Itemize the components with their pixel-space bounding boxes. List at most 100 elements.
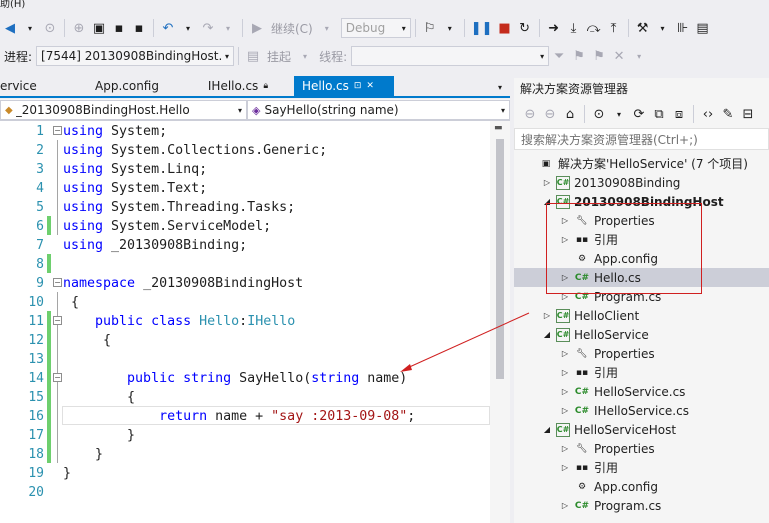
solution-configuration-select[interactable]: Debug ▾ — [340, 18, 411, 38]
filter-icon[interactable]: ⏷ — [551, 45, 567, 67]
code-line[interactable]: } — [63, 445, 103, 464]
tree-item[interactable]: ▷ 🔧︎ Properties — [514, 439, 769, 458]
tree-item[interactable]: ⚙ App.config — [514, 477, 769, 496]
scrollbar-thumb[interactable] — [496, 139, 504, 379]
code-line[interactable]: return name + "say :2013-09-08"; — [63, 407, 415, 426]
code-line[interactable]: using System.ServiceModel; — [63, 217, 271, 236]
process-select[interactable]: [7544] 20130908BindingHost.vs ▾ — [36, 46, 235, 66]
code-line[interactable]: public string SayHello(string name) — [63, 369, 407, 388]
tree-item[interactable]: ▷ C# HelloService.cs — [514, 382, 769, 401]
tab-app-config[interactable]: App.config — [72, 76, 182, 96]
toolbar-options-icon[interactable]: ▾ — [442, 17, 458, 39]
code-editor[interactable]: − − − − 1 2 3 4 5 6 7 8 9 10 11 12 13 14 15 16 17 18 19 20 … — [0, 121, 510, 523]
undo-dropdown-icon[interactable]: ▾ — [180, 17, 196, 39]
suspend-dropdown-icon[interactable]: ▾ — [297, 45, 313, 67]
member-select[interactable]: ◈ SayHello(string name) ▾ — [247, 100, 510, 120]
hex-display-icon[interactable]: ⚒ — [635, 17, 651, 39]
view-code-icon[interactable]: ‹› — [700, 103, 716, 125]
stop-icon[interactable]: ■ — [497, 17, 513, 39]
expander-icon[interactable]: ▷ — [560, 501, 570, 510]
expander-icon[interactable]: ▷ — [542, 178, 552, 187]
expander-icon[interactable]: ◢ — [542, 330, 552, 339]
find-icon[interactable]: ⚐ — [422, 17, 438, 39]
expander-icon[interactable]: ▷ — [560, 368, 570, 377]
back-icon[interactable]: ◀ — [2, 17, 18, 39]
solution-explorer-search-input[interactable]: 搜索解决方案资源管理器(Ctrl+;) — [514, 128, 769, 150]
tree-item[interactable]: ▷ ▪▪ 引用 — [514, 458, 769, 477]
code-line[interactable]: public class Hello:IHello — [63, 312, 295, 331]
new-item-icon[interactable]: ⊕ — [71, 17, 87, 39]
dropdown-arrow-icon[interactable]: ▾ — [22, 17, 38, 39]
type-select[interactable]: ◆ _20130908BindingHost.Hello ▾ — [0, 100, 247, 120]
stack-frame-dropdown-icon[interactable]: ▾ — [631, 45, 647, 67]
expander-icon[interactable]: ▷ — [560, 387, 570, 396]
code-line[interactable]: } — [63, 426, 135, 445]
threads-dropdown-icon[interactable]: ▾ — [655, 17, 671, 39]
code-line[interactable]: { — [63, 293, 79, 312]
preview-icon[interactable]: ⊟ — [740, 103, 756, 125]
tree-item[interactable]: ▷ C# HelloClient — [514, 306, 769, 325]
home-icon[interactable]: ⌂ — [562, 103, 578, 125]
flag-thread-icon[interactable]: ⚑ — [571, 45, 587, 67]
tab-overflow-icon[interactable]: ▾ — [492, 78, 508, 96]
sync-icon[interactable]: ⟳ — [631, 103, 647, 125]
tree-item[interactable]: ▷ 🔧︎ Properties — [514, 344, 769, 363]
step-out-icon[interactable]: ⤒ — [606, 17, 622, 39]
forward-icon[interactable]: ⊖ — [542, 103, 558, 125]
properties-icon[interactable]: ✎ — [720, 103, 736, 125]
expander-icon[interactable]: ▷ — [542, 311, 552, 320]
expander-icon[interactable]: ▷ — [560, 463, 570, 472]
back-icon[interactable]: ⊖ — [522, 103, 538, 125]
tab-ihello[interactable]: IHello.cs 🔒︎ — [182, 76, 294, 96]
editor-vertical-scrollbar[interactable]: ▬ — [490, 121, 510, 523]
expander-icon[interactable]: ▷ — [560, 349, 570, 358]
split-handle-icon[interactable]: ▬ — [494, 123, 503, 133]
collapse-namespace-icon[interactable]: − — [53, 278, 62, 287]
pending-changes-filter-icon[interactable]: ⊙ — [591, 103, 607, 125]
filter-dropdown-icon[interactable]: ▾ — [611, 103, 627, 125]
tree-item[interactable]: ▷ C# Program.cs — [514, 496, 769, 515]
continue-button[interactable]: 继续(C) — [271, 20, 313, 37]
save-all-icon[interactable]: ▪ — [131, 17, 147, 39]
code-line[interactable]: using _20130908Binding; — [63, 236, 247, 255]
code-line[interactable]: } — [63, 464, 71, 483]
thread-select[interactable]: ▾ — [351, 46, 550, 66]
tree-item[interactable]: ▷ C# 20130908Binding — [514, 173, 769, 192]
close-icon[interactable]: ✕ — [366, 81, 374, 91]
show-only-flagged-icon[interactable]: ✕ — [611, 45, 627, 67]
step-into-icon[interactable]: ⤓ — [566, 17, 582, 39]
forward-icon[interactable]: ⊙ — [42, 17, 58, 39]
tree-item[interactable]: ▷ ▪▪ 引用 — [514, 363, 769, 382]
code-line[interactable]: using System.Collections.Generic; — [63, 141, 327, 160]
tree-item[interactable]: ◢ C# HelloServiceHost — [514, 420, 769, 439]
save-icon[interactable]: ▪ — [111, 17, 127, 39]
show-all-files-icon[interactable]: ⧈ — [671, 103, 687, 125]
redo-icon[interactable]: ↷ — [200, 17, 216, 39]
code-line[interactable]: namespace _20130908BindingHost — [63, 274, 303, 293]
expander-icon[interactable]: ◢ — [542, 425, 552, 434]
continue-dropdown-icon[interactable]: ▾ — [319, 17, 335, 39]
menu-item-help[interactable]: 助(H) — [0, 0, 25, 10]
tab-hello[interactable]: Hello.cs ⊡ ✕ — [294, 76, 394, 96]
open-file-icon[interactable]: ▣ — [91, 17, 107, 39]
collapse-class-icon[interactable]: − — [53, 316, 62, 325]
undo-icon[interactable]: ↶ — [160, 17, 176, 39]
collapse-all-icon[interactable]: ⧉ — [651, 103, 667, 125]
collapse-method-icon[interactable]: − — [53, 373, 62, 382]
step-over-icon[interactable]: ⤼ — [586, 17, 602, 39]
restart-icon[interactable]: ↻ — [517, 17, 533, 39]
continue-play-icon[interactable]: ▶ — [249, 17, 265, 39]
flag-all-icon[interactable]: ⚑ — [591, 45, 607, 67]
breakpoints-icon[interactable]: ⊪ — [675, 17, 691, 39]
windows-icon[interactable]: ▤ — [695, 17, 711, 39]
collapse-using-icon[interactable]: − — [53, 126, 62, 135]
tree-item[interactable]: ▣ 解决方案'HelloService' (7 个项目) — [514, 154, 769, 173]
code-line[interactable]: using System.Linq; — [63, 160, 207, 179]
code-line[interactable]: { — [63, 331, 111, 350]
tree-item[interactable]: ◢ C# HelloService — [514, 325, 769, 344]
redo-dropdown-icon[interactable]: ▾ — [220, 17, 236, 39]
expander-icon[interactable]: ▷ — [560, 406, 570, 415]
pause-icon[interactable]: ❚❚ — [471, 17, 493, 39]
code-line[interactable]: using System; — [63, 122, 167, 141]
tree-item[interactable]: ▷ C# IHelloService.cs — [514, 401, 769, 420]
